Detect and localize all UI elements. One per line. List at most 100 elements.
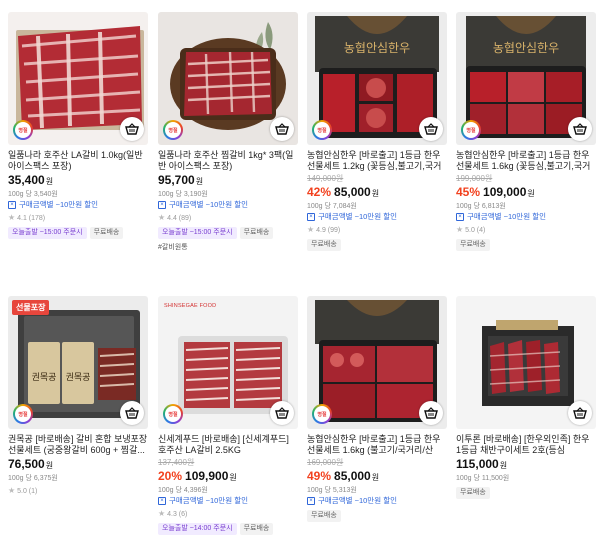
rating-text: 5.0 (1) [17, 488, 38, 495]
price: 95,700 [158, 173, 195, 187]
price: 35,400 [8, 173, 45, 187]
free-shipping-tag: 무료배송 [456, 487, 490, 499]
currency: 원 [527, 189, 535, 198]
star-icon: ★ [456, 225, 464, 234]
currency: 원 [229, 473, 237, 482]
holiday-badge: 명절 [312, 120, 332, 140]
holiday-badge: 명절 [13, 120, 33, 140]
add-to-cart-button[interactable] [419, 117, 443, 141]
product-card[interactable]: 농협안심한우 명절 농협안심한우 [바로출고] 1등급 한우 선물세트 1.2k… [307, 12, 447, 251]
tag-list: 무료배송 [456, 487, 596, 499]
shopping-basket-icon [275, 123, 289, 135]
product-image[interactable]: 명절 [8, 12, 148, 145]
product-image[interactable]: 농협안심한우 명절 [307, 12, 447, 145]
rating: ★ 4.1 (178) [8, 213, 148, 223]
svg-text:농협안심한우: 농협안심한우 [344, 41, 410, 55]
rating: ★ 4.9 (99) [307, 225, 447, 235]
currency: 원 [45, 177, 54, 186]
coupon-x-icon: × [456, 213, 464, 221]
holiday-badge: 명절 [312, 404, 332, 424]
product-card[interactable]: 명절 일품나라 호주산 LA갈비 1.0kg(일반 아이스팩스 포장) 35,4… [8, 12, 148, 239]
price-row: 76,500 원 [8, 457, 148, 473]
price: 76,500 [8, 457, 45, 471]
product-title[interactable]: 일품나라 호주산 찜갈비 1kg* 3팩(일반 아이스팩스 포장) [158, 150, 298, 172]
unit-price: 100g 당 6,375원 [8, 475, 58, 482]
add-to-cart-button[interactable] [270, 401, 294, 425]
product-card[interactable]: 권목공 권목공 선물포장 명절 권목공 [바로배송] 갈비 혼합 보냉포장 선물… [8, 296, 148, 496]
add-to-cart-button[interactable] [120, 401, 144, 425]
rating: ★ 4.4 (89) [158, 213, 298, 223]
original-price: 169,000원 [307, 458, 344, 467]
rating: ★ 5.0 (4) [456, 225, 596, 235]
product-image[interactable] [456, 296, 596, 429]
coupon-info[interactable]: × 구매금액별 ~10만원 할인 [158, 200, 298, 210]
today-ship-tag[interactable]: 오늘출발 ~15:00 주문시 [8, 227, 87, 239]
add-to-cart-button[interactable] [568, 401, 592, 425]
product-card[interactable]: 농협안심한우 명절 농협안심한우 [바로출고] 1등급 한우 선물세트 1.6k… [456, 12, 596, 251]
coupon-text: 구매금액별 ~10만원 할인 [169, 200, 248, 209]
add-to-cart-button[interactable] [120, 117, 144, 141]
coupon-info[interactable]: × 구매금액별 ~10만원 할인 [307, 496, 447, 506]
product-image[interactable]: 농협안심한우 명절 [456, 12, 596, 145]
coupon-info[interactable]: × 구매금액별 ~10만원 할인 [456, 212, 596, 222]
hashtag[interactable]: #갈비원통 [158, 242, 298, 252]
product-card[interactable]: SHINSEGAE FOOD 명절 신세계푸드 [바로배송] [신세계푸드] 호… [158, 296, 298, 535]
price-row: 49% 85,000 원 [307, 469, 447, 485]
add-to-cart-button[interactable] [568, 117, 592, 141]
unit-price: 100g 당 7,084원 [307, 203, 357, 210]
tag-list: 무료배송 [456, 239, 596, 251]
coupon-x-icon: × [8, 201, 16, 209]
free-shipping-tag: 무료배송 [307, 510, 341, 522]
product-title[interactable]: 신세계푸드 [바로배송] [신세계푸드] 호주산 LA갈비 2.5KG [158, 434, 298, 456]
product-title[interactable]: 권목공 [바로배송] 갈비 혼합 보냉포장 선물세트 (궁중왕갈비 600g +… [8, 434, 148, 456]
product-title[interactable]: 일품나라 호주산 LA갈비 1.0kg(일반 아이스팩스 포장) [8, 150, 148, 172]
coupon-text: 구매금액별 ~10만원 할인 [169, 496, 248, 505]
add-to-cart-button[interactable] [419, 401, 443, 425]
rating-text: 4.1 (178) [17, 215, 46, 222]
holiday-badge: 명절 [163, 120, 183, 140]
product-title[interactable]: 이투론 [바로배송] [한우외인족] 한우 1등급 채반구이세트 2호(등심40… [456, 434, 596, 456]
price: 85,000 [334, 469, 371, 483]
product-image[interactable]: 명절 [307, 296, 447, 429]
discount-rate: 42% [307, 185, 332, 199]
today-ship-tag[interactable]: 오늘출발 ~14:00 주문시 [158, 523, 237, 535]
unit-price: 100g 당 3,540원 [8, 191, 58, 198]
coupon-x-icon: × [158, 201, 166, 209]
coupon-x-icon: × [307, 497, 315, 505]
currency: 원 [195, 177, 204, 186]
product-image[interactable]: 명절 [158, 12, 298, 145]
coupon-x-icon: × [307, 213, 315, 221]
today-ship-tag[interactable]: 오늘출발 ~15:00 주문시 [158, 227, 237, 239]
product-title[interactable]: 농협안심한우 [바로출고] 1등급 한우 선물세트 1.2kg (꽃등심,불고기… [307, 150, 447, 172]
tag-list: 오늘출발 ~15:00 주문시 무료배송 [158, 227, 298, 239]
product-card[interactable]: 명절 농협안심한우 [바로출고] 1등급 한우 선물세트 1.6kg (불고기/… [307, 296, 447, 522]
shopping-basket-icon [125, 407, 139, 419]
svg-text:권목공: 권목공 [32, 371, 57, 383]
discount-rate: 49% [307, 469, 332, 483]
coupon-info[interactable]: × 구매금액별 ~10만원 할인 [307, 212, 447, 222]
coupon-info[interactable]: × 구매금액별 ~10만원 할인 [8, 200, 148, 210]
product-image[interactable]: SHINSEGAE FOOD 명절 [158, 296, 298, 429]
product-title[interactable]: 농협안심한우 [바로출고] 1등급 한우 선물세트 1.6kg (불고기/국거리… [307, 434, 447, 456]
product-title[interactable]: 농협안심한우 [바로출고] 1등급 한우 선물세트 1.6kg (꽃등심,불고기… [456, 150, 596, 172]
coupon-info[interactable]: × 구매금액별 ~10만원 할인 [158, 496, 298, 506]
shopping-basket-icon [424, 123, 438, 135]
tag-list: 오늘출발 ~14:00 주문시 무료배송 [158, 523, 298, 535]
product-card[interactable]: 이투론 [바로배송] [한우외인족] 한우 1등급 채반구이세트 2호(등심40… [456, 296, 596, 499]
product-image[interactable]: 권목공 권목공 선물포장 명절 [8, 296, 148, 429]
star-icon: ★ [307, 225, 315, 234]
coupon-text: 구매금액별 ~10만원 할인 [467, 212, 546, 221]
add-to-cart-button[interactable] [270, 117, 294, 141]
free-shipping-tag: 무료배송 [239, 227, 274, 239]
product-card[interactable]: 명절 일품나라 호주산 찜갈비 1kg* 3팩(일반 아이스팩스 포장) 95,… [158, 12, 298, 252]
price-row: 42% 85,000 원 [307, 185, 447, 201]
rating-text: 4.9 (99) [316, 227, 341, 234]
price: 85,000 [334, 185, 371, 199]
price-row: 115,000 원 [456, 457, 596, 473]
currency: 원 [45, 461, 54, 470]
unit-price: 100g 당 6,813원 [456, 203, 506, 210]
original-price: 149,000원 [307, 174, 344, 183]
coupon-text: 구매금액별 ~10만원 할인 [318, 212, 397, 221]
holiday-badge: 명절 [163, 404, 183, 424]
shopping-basket-icon [125, 123, 139, 135]
